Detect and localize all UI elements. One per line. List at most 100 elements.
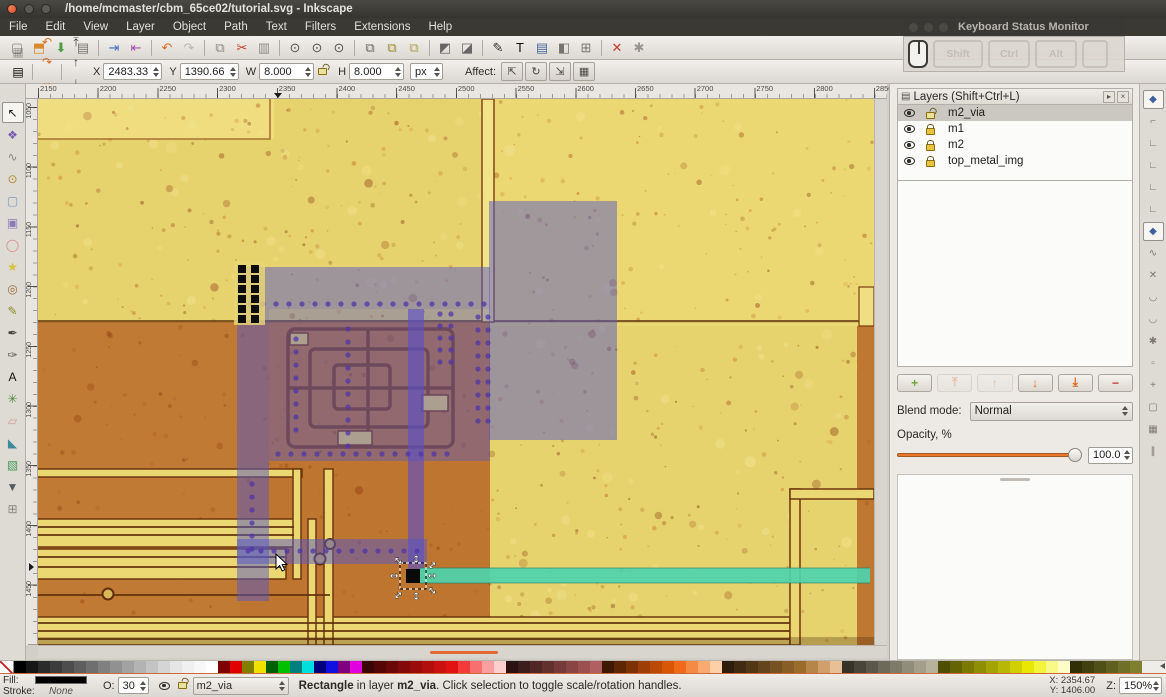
panel-close-button[interactable]: × [1117, 91, 1129, 103]
align-dialog-icon[interactable]: ⊞ [576, 38, 596, 58]
layers-panel-header[interactable]: ▤ Layers (Shift+Ctrl+L) ▸ × [897, 88, 1133, 105]
palette-swatch[interactable] [74, 661, 86, 673]
palette-swatch[interactable] [482, 661, 494, 673]
palette-swatch[interactable] [1082, 661, 1094, 673]
snap-page-border-icon[interactable]: ▢ [1143, 398, 1164, 417]
palette-swatch[interactable] [938, 661, 950, 673]
layer-row-m2_via[interactable]: m2_via [898, 105, 1132, 121]
palette-swatch[interactable] [398, 661, 410, 673]
palette-swatch[interactable] [218, 661, 230, 673]
palette-swatch[interactable] [14, 661, 26, 673]
snap-bbox-centers-icon[interactable]: ∟ [1143, 200, 1164, 219]
palette-swatch[interactable] [698, 661, 710, 673]
palette-swatch[interactable] [1046, 661, 1058, 673]
palette-swatch[interactable] [542, 661, 554, 673]
copy-icon[interactable]: ⧉ [210, 38, 230, 58]
palette-swatch[interactable] [626, 661, 638, 673]
lock-open-icon[interactable] [926, 112, 935, 119]
palette-swatch[interactable] [110, 661, 122, 673]
zoom-input[interactable]: 150% [1119, 677, 1162, 694]
fill-stroke-dialog-icon[interactable]: ✎ [488, 38, 508, 58]
snap-paths-icon[interactable]: ∿ [1143, 244, 1164, 263]
snap-object-centers-icon[interactable]: ▫ [1143, 354, 1164, 373]
palette-swatch[interactable] [362, 661, 374, 673]
palette-swatch[interactable] [986, 661, 998, 673]
palette-swatch[interactable] [86, 661, 98, 673]
snap-bbox-icon[interactable]: ⌐ [1143, 112, 1164, 131]
edit-nodes-icon[interactable]: ◩ [435, 38, 455, 58]
snap-enable-icon[interactable]: ◆ [1143, 90, 1164, 109]
palette-swatch[interactable] [722, 661, 734, 673]
palette-swatch[interactable] [302, 661, 314, 673]
palette-swatch[interactable] [266, 661, 278, 673]
menu-layer[interactable]: Layer [117, 18, 164, 36]
fill-swatch[interactable] [35, 676, 87, 684]
canvas[interactable]: ↔↔↔↔↔↔↔↔ [38, 99, 874, 645]
palette-swatch[interactable] [1118, 661, 1130, 673]
cut-icon[interactable]: ✂ [232, 38, 252, 58]
palette-swatch[interactable] [1022, 661, 1034, 673]
edit-clip-icon[interactable]: ◪ [457, 38, 477, 58]
palette-swatch[interactable] [350, 661, 362, 673]
palette-swatch[interactable] [230, 661, 242, 673]
width-input[interactable]: 8.000 [259, 63, 314, 80]
palette-swatch[interactable] [530, 661, 542, 673]
palette-swatch[interactable] [758, 661, 770, 673]
lower-layer-button[interactable]: ↓ [1018, 374, 1053, 392]
palette-swatch[interactable] [314, 661, 326, 673]
node-tool[interactable]: ❖ [2, 124, 24, 145]
layer-row-top_metal_img[interactable]: top_metal_img [898, 153, 1132, 169]
snap-cusp-nodes-icon[interactable]: ◡ [1143, 288, 1164, 307]
lower-layer-bottom-button[interactable]: ⤓ [1058, 374, 1093, 392]
raise-layer-button[interactable]: ↑ [977, 374, 1012, 392]
palette-swatch[interactable] [650, 661, 662, 673]
gradient-tool[interactable]: ▧ [2, 454, 24, 475]
snap-guides-icon[interactable]: ∥ [1143, 442, 1164, 461]
lock-closed-icon[interactable] [926, 128, 935, 135]
xml-editor-icon[interactable]: ◧ [554, 38, 574, 58]
palette-swatch[interactable] [782, 661, 794, 673]
menu-file[interactable]: File [0, 18, 37, 36]
calligraphy-tool[interactable]: ✑ [2, 344, 24, 365]
snap-midpoints-icon[interactable]: ✱ [1143, 332, 1164, 351]
text-tool[interactable]: A [2, 366, 24, 387]
layers-dialog-icon[interactable]: ▤ [532, 38, 552, 58]
palette-swatch[interactable] [98, 661, 110, 673]
fill-stroke-indicator[interactable]: Fill: Stroke:None [0, 675, 96, 697]
redo-icon[interactable]: ↷ [179, 38, 199, 58]
palette-swatch[interactable] [746, 661, 758, 673]
palette-swatch[interactable] [554, 661, 566, 673]
raise-to-top-icon[interactable]: ⤒ [67, 32, 85, 52]
panel-detach-button[interactable]: ▸ [1103, 91, 1115, 103]
zoom-selection-icon[interactable]: ⊙ [307, 38, 327, 58]
lock-closed-icon[interactable] [926, 160, 935, 167]
zoom-tool[interactable]: ⊙ [2, 168, 24, 189]
zoom-drawing-icon[interactable]: ⊙ [285, 38, 305, 58]
layer-row-m2[interactable]: m2 [898, 137, 1132, 153]
palette-swatch[interactable] [578, 661, 590, 673]
tweak-tool[interactable]: ∿ [2, 146, 24, 167]
x-input[interactable]: 2483.33 [103, 63, 162, 80]
opacity-input[interactable]: 100.0 [1088, 447, 1133, 464]
rect-tool[interactable]: ▢ [2, 190, 24, 211]
select-all-icon[interactable]: ▦ [9, 42, 27, 62]
palette-swatch[interactable] [26, 661, 38, 673]
palette-swatch[interactable] [122, 661, 134, 673]
layer-row-m1[interactable]: m1 [898, 121, 1132, 137]
palette-swatch[interactable] [170, 661, 182, 673]
palette-swatch[interactable] [146, 661, 158, 673]
palette-swatch[interactable] [614, 661, 626, 673]
bucket-tool[interactable]: ◣ [2, 432, 24, 453]
palette-swatch[interactable] [326, 661, 338, 673]
palette-swatch[interactable] [818, 661, 830, 673]
layer-visible-icon[interactable] [904, 141, 915, 149]
eraser-tool[interactable]: ▱ [2, 410, 24, 431]
palette-swatch[interactable] [446, 661, 458, 673]
palette-swatch[interactable] [206, 661, 218, 673]
palette-swatch[interactable] [962, 661, 974, 673]
palette-swatch[interactable] [434, 661, 446, 673]
dropper-tool[interactable]: ▼ [2, 476, 24, 497]
monitor-maximize-button[interactable] [939, 23, 948, 32]
raise-icon[interactable]: ↑ [67, 52, 85, 72]
rotate-cw-icon[interactable]: ↷ [38, 52, 56, 72]
